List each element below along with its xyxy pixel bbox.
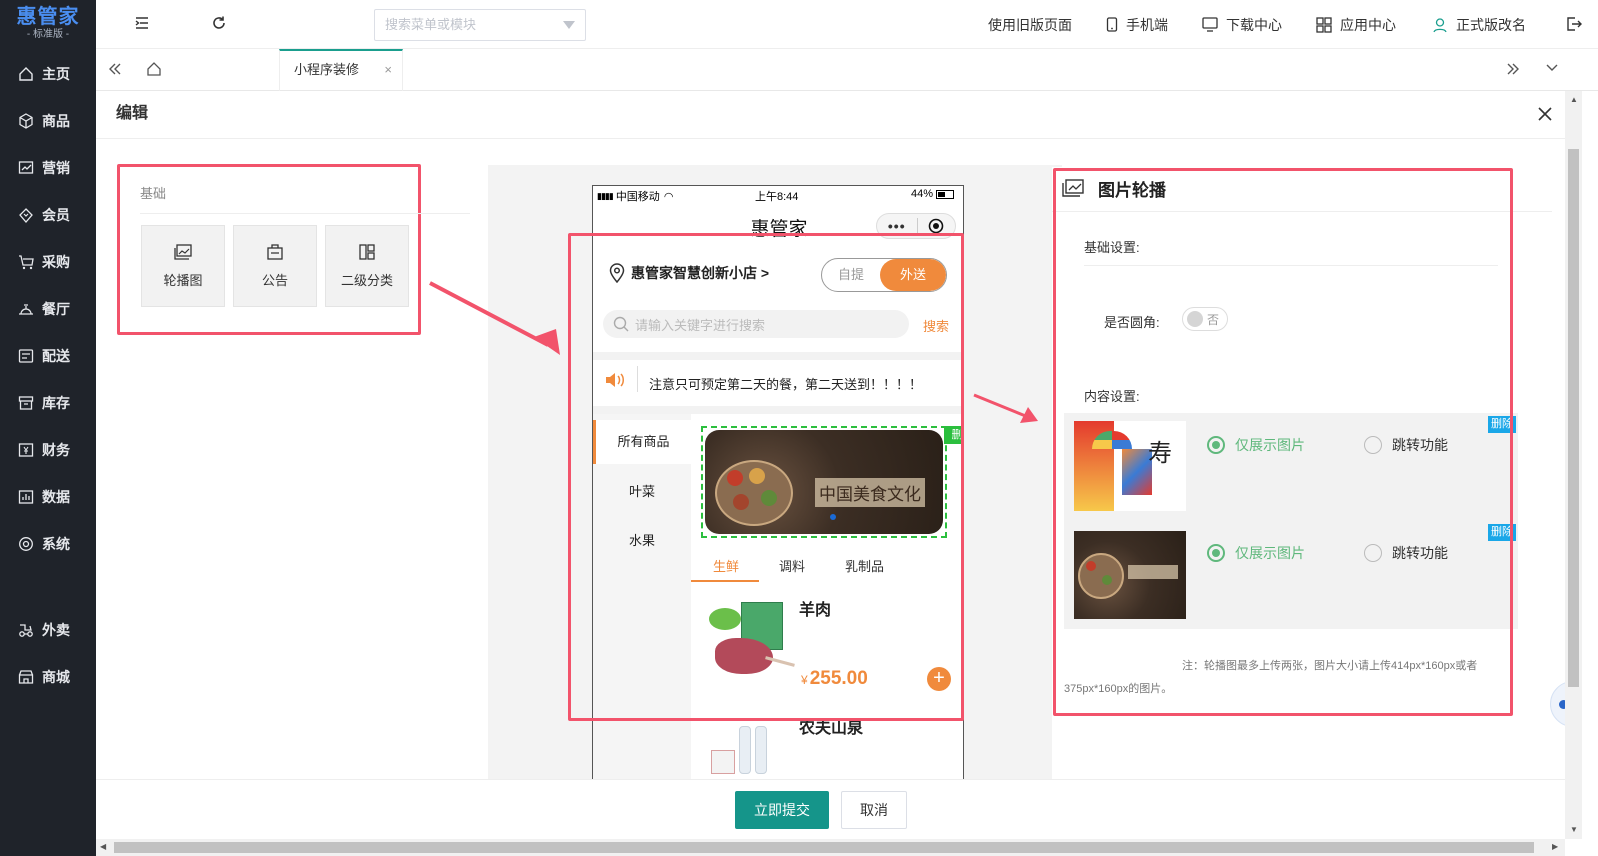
phone-status-time: 上午8:44 [755, 191, 799, 203]
image-icon [174, 243, 192, 260]
box-icon [19, 113, 33, 129]
grid-icon [359, 243, 375, 260]
product-image-water [711, 724, 775, 774]
sidebar-item-label: 配送 [42, 348, 70, 364]
brand-name: 惠管家 [16, 6, 80, 28]
settings-highlight [1053, 168, 1513, 716]
home-tab-icon[interactable] [146, 61, 162, 77]
sidebar-item-9[interactable]: 数据 [0, 477, 96, 517]
monitor-icon [1202, 17, 1218, 32]
apps-icon [1316, 16, 1332, 33]
close-icon[interactable] [1538, 107, 1552, 121]
component-section-title: 基础 [140, 186, 167, 201]
tab-bar: 小程序装修 × [96, 49, 1598, 91]
archive-icon [18, 396, 34, 410]
mobile-link[interactable]: 手机端 [1106, 0, 1168, 49]
sidebar-item-8[interactable]: 财务 [0, 430, 96, 470]
brand-logo[interactable]: 惠管家 - 标准版 - [0, 0, 96, 48]
delivery-icon [18, 349, 34, 363]
more-icon[interactable]: ••• [877, 218, 917, 234]
sidebar-item-label: 营销 [42, 160, 70, 176]
user-icon [1433, 17, 1447, 32]
vertical-scrollbar[interactable]: ▲ ▼ [1565, 91, 1582, 839]
close-tab-icon[interactable]: × [384, 51, 392, 89]
sidebar-item-3[interactable]: 会员 [0, 195, 96, 235]
sidebar-item-1[interactable]: 商品 [0, 101, 96, 141]
takeout-icon [19, 624, 33, 637]
sidebar-item-label: 餐厅 [42, 301, 70, 317]
sidebar-item-label: 数据 [42, 489, 70, 505]
phone-status-battery: 44% [911, 188, 955, 200]
arrow-annotation-right [973, 393, 1038, 423]
sidebar-item-10[interactable]: 系统 [0, 524, 96, 564]
submit-button[interactable]: 立即提交 [735, 791, 829, 829]
scroll-left-icon[interactable] [108, 62, 122, 76]
download-center-link[interactable]: 下载中心 [1202, 0, 1282, 49]
restaurant-icon [19, 304, 33, 315]
sidebar-item-label: 系统 [42, 536, 70, 552]
phone-status-carrier: ▮▮▮▮ 中国移动 ◠ [597, 190, 674, 204]
cancel-button[interactable]: 取消 [841, 791, 907, 829]
refresh-icon[interactable] [211, 15, 227, 31]
sidebar-item-label: 采购 [42, 254, 70, 270]
target-icon[interactable] [917, 218, 955, 234]
carousel-component-button[interactable]: 轮播图 [141, 225, 225, 307]
dialog-title: 编辑 [116, 105, 149, 122]
store-icon [18, 670, 34, 684]
cart-icon [19, 255, 34, 270]
preview-highlight [568, 233, 964, 721]
horizontal-scrollbar[interactable]: ◀ ▶ [96, 839, 1565, 856]
account-link[interactable]: 正式版改名 [1432, 0, 1526, 49]
sidebar-item-4[interactable]: 采购 [0, 242, 96, 282]
notice-icon [267, 243, 283, 260]
sidebar-item-label: 商城 [42, 669, 70, 685]
sidebar-item-5[interactable]: 餐厅 [0, 289, 96, 329]
sidebar-item-label: 主页 [42, 66, 70, 82]
horizontal-scrollbar-thumb[interactable] [114, 842, 1534, 853]
sidebar-item-11[interactable]: 外卖 [0, 610, 96, 650]
scroll-right-icon[interactable] [1506, 62, 1520, 76]
sidebar-item-0[interactable]: 主页 [0, 54, 96, 94]
sidebar-item-6[interactable]: 配送 [0, 336, 96, 376]
app-center-link[interactable]: 应用中心 [1316, 0, 1396, 49]
component-library-highlight: 基础 轮播图 公告 二级分类 [117, 164, 470, 335]
sidebar-item-2[interactable]: 营销 [0, 148, 96, 188]
dialog-footer: 立即提交 取消 [96, 779, 1565, 839]
logout-icon[interactable] [1566, 16, 1582, 32]
menu-search-input[interactable]: 搜索菜单或模块 [374, 9, 586, 41]
chart-icon [18, 161, 34, 174]
diamond-icon [19, 208, 33, 223]
sidebar-item-label: 外卖 [42, 622, 70, 638]
editor-content: 基础 轮播图 公告 二级分类 ▮▮▮▮ 中国移动 ◠ 上午8:44 44% 惠管… [96, 139, 1565, 779]
dialog-header: 编辑 [96, 91, 1580, 139]
sidebar: 惠管家 - 标准版 - 主页商品营销会员采购餐厅配送库存财务数据系统外卖商城 [0, 0, 96, 856]
finance-icon [18, 443, 34, 457]
top-bar: 搜索菜单或模块 使用旧版页面 手机端 下载中心 应用中心 正式版改名 [96, 0, 1598, 49]
sidebar-item-label: 商品 [42, 113, 70, 129]
settings-icon [19, 537, 33, 551]
notice-component-button[interactable]: 公告 [233, 225, 317, 307]
sidebar-item-label: 会员 [42, 207, 70, 223]
arrow-annotation-left [429, 281, 560, 355]
tab-menu-chevron-icon[interactable] [1546, 64, 1558, 72]
chevron-down-icon [563, 21, 575, 29]
sidebar-item-12[interactable]: 商城 [0, 657, 96, 697]
data-icon [18, 490, 34, 504]
sidebar-item-7[interactable]: 库存 [0, 383, 96, 423]
home-icon [19, 67, 33, 81]
old-version-link[interactable]: 使用旧版页面 [988, 0, 1072, 49]
sidebar-item-label: 财务 [42, 442, 70, 458]
assistant-bubble[interactable] [1550, 681, 1565, 727]
mobile-icon [1106, 17, 1118, 32]
vertical-scrollbar-thumb[interactable] [1568, 149, 1579, 687]
brand-edition: - 标准版 - [26, 29, 70, 40]
tab-mini-program-decoration[interactable]: 小程序装修 × [279, 49, 403, 91]
subcategory-component-button[interactable]: 二级分类 [325, 225, 409, 307]
sidebar-item-label: 库存 [42, 395, 70, 411]
menu-toggle-icon[interactable] [134, 15, 150, 31]
